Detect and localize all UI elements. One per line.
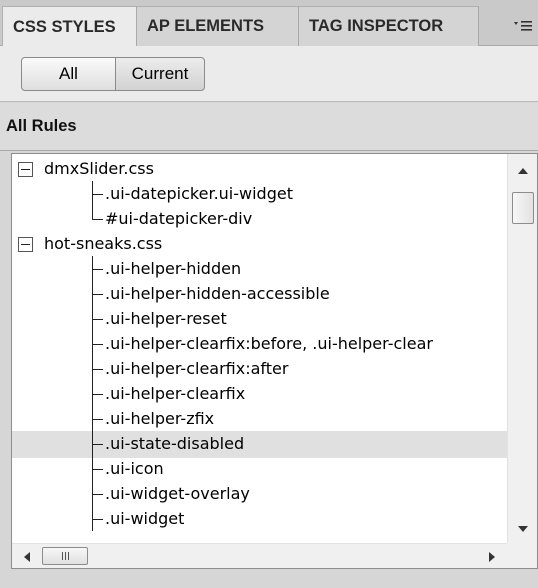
tree-node-label: #ui-datepicker-div <box>105 209 253 228</box>
tree-node-label: hot-sneaks.css <box>44 234 163 253</box>
tree-node-label: .ui-helper-reset <box>105 309 227 328</box>
tree-node-label: .ui-helper-clearfix:after <box>105 359 289 378</box>
tree-branch-line <box>92 194 103 195</box>
tree-rule-node[interactable]: .ui-widget-overlay <box>12 481 507 508</box>
horizontal-scroll-thumb[interactable] <box>42 547 88 565</box>
tree-file-node[interactable]: hot-sneaks.css <box>12 231 507 258</box>
all-mode-button[interactable]: All <box>21 57 116 91</box>
tree-branch-line <box>92 494 103 495</box>
scroll-down-arrow-icon[interactable] <box>518 526 528 532</box>
tree-rule-node[interactable]: .ui-state-disabled <box>12 431 507 458</box>
tree-node-label: .ui-helper-clearfix:before, .ui-helper-c… <box>105 334 433 353</box>
tree-rule-node[interactable]: .ui-helper-clearfix:before, .ui-helper-c… <box>12 331 507 358</box>
tree-node-label: .ui-helper-zfix <box>105 409 215 428</box>
scroll-up-arrow-icon[interactable] <box>518 168 528 174</box>
panel-options-menu-icon[interactable] <box>508 6 538 46</box>
tree-branch-line <box>92 519 103 520</box>
tab-css-styles[interactable]: CSS STYLES <box>2 6 137 47</box>
tree-branch-line <box>92 344 103 345</box>
horizontal-scrollbar[interactable] <box>12 543 507 568</box>
tab-label: CSS STYLES <box>13 17 116 36</box>
tree-node-label: .ui-helper-hidden-accessible <box>105 284 330 303</box>
section-title: All Rules <box>6 117 77 135</box>
collapse-minus-icon[interactable] <box>18 162 33 177</box>
tree-branch-line <box>92 269 103 270</box>
tree-rule-node[interactable]: .ui-helper-reset <box>12 306 507 333</box>
tab-label: TAG INSPECTOR <box>309 17 444 35</box>
tab-label: AP ELEMENTS <box>147 17 265 35</box>
tree-node-label: .ui-widget <box>105 509 185 528</box>
tree-rule-node[interactable]: .ui-widget <box>12 506 507 533</box>
tree-branch-line <box>92 469 103 470</box>
tab-ap-elements[interactable]: AP ELEMENTS <box>137 6 299 46</box>
tree-rule-node[interactable]: #ui-datepicker-div <box>12 206 507 233</box>
tree-branch-line <box>92 219 103 220</box>
tree-file-node[interactable]: dmxSlider.css <box>12 156 507 183</box>
tree-node-label: .ui-helper-hidden <box>105 259 242 278</box>
tree-branch-line <box>92 294 103 295</box>
tree-rule-node[interactable]: .ui-helper-hidden-accessible <box>12 281 507 308</box>
panel-footer <box>0 569 538 588</box>
tab-tag-inspector[interactable]: TAG INSPECTOR <box>299 6 479 46</box>
tree-rule-node[interactable]: .ui-icon <box>12 456 507 483</box>
all-rules-header: All Rules <box>0 103 538 151</box>
vertical-scroll-thumb[interactable] <box>512 192 534 224</box>
scrollbar-corner <box>507 543 537 568</box>
vertical-scrollbar[interactable] <box>507 154 537 544</box>
tree-node-label: .ui-widget-overlay <box>105 484 250 503</box>
tree-branch-line <box>92 419 103 420</box>
tree-rule-node[interactable]: .ui-helper-clearfix <box>12 381 507 408</box>
tree-branch-line <box>92 369 103 370</box>
tree-node-label: dmxSlider.css <box>44 159 154 178</box>
tree-branch-line <box>92 444 103 445</box>
view-toolbar: All Current <box>0 46 538 102</box>
tree-rule-node[interactable]: .ui-helper-zfix <box>12 406 507 433</box>
tree-branch-line <box>92 394 103 395</box>
panel-tab-bar: CSS STYLES AP ELEMENTS TAG INSPECTOR <box>0 0 538 47</box>
tree-node-label: .ui-icon <box>105 459 164 478</box>
current-mode-button[interactable]: Current <box>115 57 205 91</box>
tree-rule-node[interactable]: .ui-helper-clearfix:after <box>12 356 507 383</box>
tree-rule-node[interactable]: .ui-helper-hidden <box>12 256 507 283</box>
rules-tree[interactable]: dmxSlider.css .ui-datepicker.ui-widget #ui… <box>11 153 538 569</box>
scroll-left-arrow-icon[interactable] <box>24 552 30 562</box>
tree-rule-node[interactable]: .ui-datepicker.ui-widget <box>12 181 507 208</box>
collapse-minus-icon[interactable] <box>18 237 33 252</box>
tree-node-label: .ui-datepicker.ui-widget <box>105 184 293 203</box>
tree-connector-line <box>92 206 93 220</box>
tree-node-label: .ui-state-disabled <box>105 434 245 453</box>
scroll-right-arrow-icon[interactable] <box>489 552 495 562</box>
tree-node-label: .ui-helper-clearfix <box>105 384 246 403</box>
tree-branch-line <box>92 319 103 320</box>
